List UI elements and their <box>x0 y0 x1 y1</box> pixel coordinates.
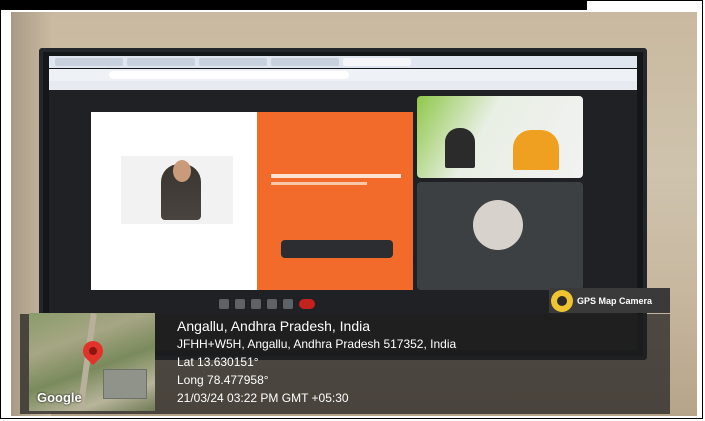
more-icon <box>283 299 293 309</box>
browser-tab <box>127 58 195 66</box>
participant-person <box>513 130 559 170</box>
meeting-toolbar <box>219 298 399 310</box>
map-building <box>103 369 147 399</box>
place-name: Angallu, Andhra Pradesh, India <box>177 318 371 334</box>
browser-tab <box>271 58 339 66</box>
present-icon <box>267 299 277 309</box>
captions-icon <box>251 299 261 309</box>
badge-label: GPS Map Camera <box>577 295 653 306</box>
presenter-head <box>173 160 191 182</box>
browser-tab-strip <box>49 56 637 68</box>
presentation-slide <box>91 112 413 290</box>
gps-map-camera-badge: GPS Map Camera <box>549 288 670 313</box>
mic-icon <box>219 299 229 309</box>
map-thumbnail: Google <box>29 313 155 411</box>
longitude: Long 78.477958° <box>177 373 269 387</box>
end-call-icon <box>299 299 315 309</box>
participant-video-tile <box>417 96 583 178</box>
slide-subtitle-text <box>271 182 367 185</box>
location-info: Angallu, Andhra Pradesh, India JFHH+W5H,… <box>177 318 456 407</box>
participant-person <box>445 128 475 168</box>
slide-name-text <box>271 174 401 178</box>
slide-popup <box>281 240 393 258</box>
map-pin-icon <box>551 289 573 312</box>
browser-tab <box>55 58 123 66</box>
top-black-bar <box>1 1 587 10</box>
latitude: Lat 13.630151° <box>177 355 259 369</box>
presenter-photo <box>121 156 233 224</box>
location-overlay: Google Angallu, Andhra Pradesh, India JF… <box>20 313 670 414</box>
participant-avatar <box>473 200 523 250</box>
bookmarks-bar <box>49 81 637 90</box>
browser-address-bar <box>49 69 637 81</box>
google-logo: Google <box>37 390 82 405</box>
address: JFHH+W5H, Angallu, Andhra Pradesh 517352… <box>177 337 457 351</box>
participant-video-tile <box>417 182 583 290</box>
url-field <box>109 71 349 79</box>
camera-icon <box>235 299 245 309</box>
browser-tab <box>199 58 267 66</box>
browser-tab-active <box>343 58 411 66</box>
datetime: 21/03/24 03:22 PM GMT +05:30 <box>177 391 349 405</box>
image-frame: GPS Map Camera Google Angallu, Andhra Pr… <box>0 0 703 419</box>
slide-orange-panel <box>257 112 413 290</box>
